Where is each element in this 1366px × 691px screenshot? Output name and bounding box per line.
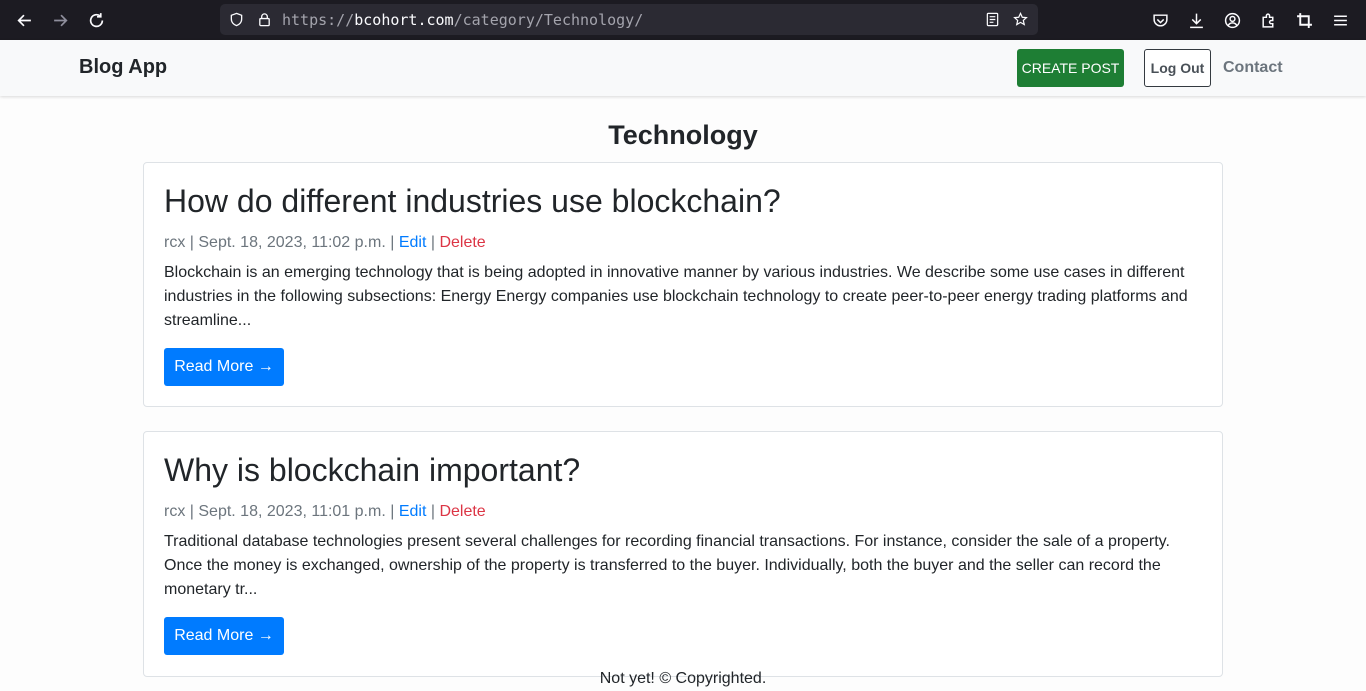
bookmark-star-icon[interactable] (1006, 4, 1034, 35)
back-arrow-icon[interactable] (6, 2, 42, 38)
post-author: rcx (164, 234, 186, 251)
post-date: Sept. 18, 2023, 11:01 p.m. (198, 503, 386, 520)
post-excerpt: Blockchain is an emerging technology tha… (164, 264, 1188, 329)
download-icon[interactable] (1178, 2, 1214, 38)
page-title: Technology (608, 120, 758, 150)
url-scheme: https:// (282, 10, 355, 29)
post-card: Why is blockchain important? rcx | Sept.… (143, 431, 1223, 677)
post-meta: rcx | Sept. 18, 2023, 11:01 p.m. | Edit … (164, 503, 486, 520)
create-post-button[interactable]: CREATE POST (1017, 49, 1124, 87)
menu-hamburger-icon[interactable] (1322, 2, 1358, 38)
post-author: rcx (164, 503, 186, 520)
reader-view-icon[interactable] (978, 4, 1006, 35)
post-excerpt: Traditional database technologies presen… (164, 533, 1170, 598)
shield-icon[interactable] (222, 4, 250, 35)
pocket-icon[interactable] (1142, 2, 1178, 38)
account-icon[interactable] (1214, 2, 1250, 38)
url-text[interactable]: https://bcohort.com/category/Technology/ (282, 11, 643, 29)
post-date: Sept. 18, 2023, 11:02 p.m. (198, 234, 386, 251)
post-meta: rcx | Sept. 18, 2023, 11:02 p.m. | Edit … (164, 234, 486, 251)
post-title: How do different industries use blockcha… (164, 183, 781, 219)
read-more-button[interactable]: Read More → (164, 617, 284, 655)
log-out-button[interactable]: Log Out (1144, 49, 1211, 87)
lock-icon[interactable] (250, 4, 278, 35)
browser-toolbar: https://bcohort.com/category/Technology/ (0, 0, 1366, 40)
contact-link[interactable]: Contact (1223, 59, 1283, 77)
extensions-icon[interactable] (1250, 2, 1286, 38)
delete-link[interactable]: Delete (439, 503, 485, 520)
footer-copyright: Not yet! © Copyrighted. (599, 670, 767, 687)
forward-arrow-icon[interactable] (42, 2, 78, 38)
delete-link[interactable]: Delete (439, 234, 485, 251)
reload-icon[interactable] (78, 2, 114, 38)
url-domain: bcohort.com (354, 10, 454, 29)
edit-link[interactable]: Edit (399, 503, 427, 520)
read-more-button[interactable]: Read More → (164, 348, 284, 386)
edit-link[interactable]: Edit (399, 234, 427, 251)
post-card: How do different industries use blockcha… (143, 162, 1223, 407)
brand-logo[interactable]: Blog App (79, 56, 167, 79)
url-path: /category/Technology/ (453, 10, 644, 29)
post-title: Why is blockchain important? (164, 452, 581, 488)
crop-icon[interactable] (1286, 2, 1322, 38)
site-navbar: Blog App CREATE POST Log Out Contact (0, 40, 1366, 96)
address-bar[interactable]: https://bcohort.com/category/Technology/ (220, 4, 1038, 35)
